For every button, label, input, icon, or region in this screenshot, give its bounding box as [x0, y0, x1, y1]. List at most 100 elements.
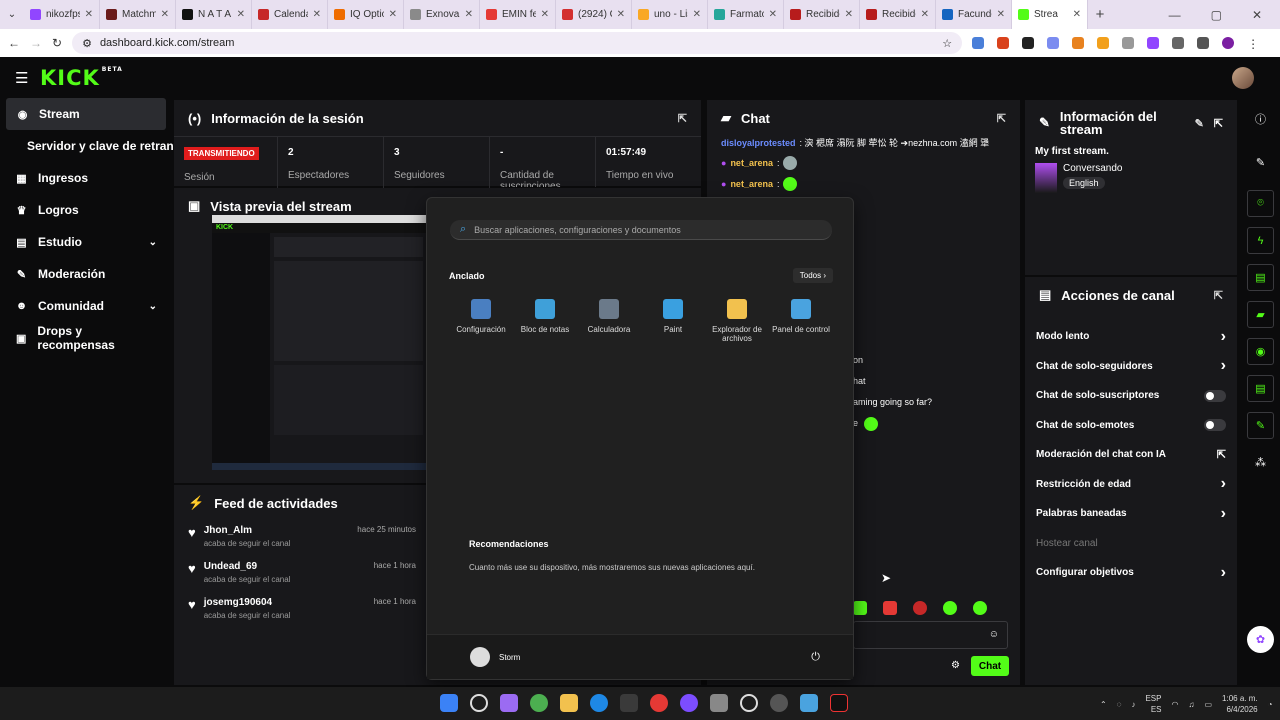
reload-icon[interactable]: ↻ — [52, 36, 62, 50]
close-tab-icon[interactable]: ✕ — [921, 9, 929, 20]
sidebar-item-ingresos[interactable]: ▦ Ingresos — [0, 162, 172, 194]
sidebar-item-server-key[interactable]: Servidor y clave de retransn — [0, 130, 188, 162]
browser-tab[interactable]: N A T A ✕ — [176, 0, 252, 29]
sidebar-item-stream[interactable]: ◉ Stream — [6, 98, 166, 130]
sidebar-item-moderacion[interactable]: ✎ Moderación — [0, 258, 172, 290]
pinned-app[interactable]: Calculadora — [577, 299, 641, 343]
site-info-icon[interactable]: ⚙ — [82, 37, 92, 50]
close-tab-icon[interactable]: ✕ — [465, 9, 473, 20]
browser-tab[interactable]: uno - Lis✕ — [632, 0, 708, 29]
edge-icon[interactable] — [590, 694, 608, 712]
browser-tab[interactable]: Calenda ✕ — [252, 0, 328, 29]
channel-action-row[interactable]: Chat de solo-suscriptores — [1025, 381, 1237, 411]
tray-app-icon[interactable]: ◌ — [1117, 700, 1122, 709]
mic-icon[interactable]: ♪ — [1131, 700, 1135, 709]
stream-preview-video[interactable]: KICK — [212, 215, 427, 470]
close-tab-icon[interactable]: ✕ — [389, 9, 397, 20]
edit-pencil-icon[interactable]: ✎ — [1247, 149, 1274, 176]
extension-icon[interactable] — [1022, 37, 1035, 49]
popout-icon[interactable]: ⇱ — [1214, 289, 1223, 302]
close-tab-icon[interactable]: ✕ — [541, 9, 549, 20]
chat-bubble-icon[interactable]: ▰ — [1247, 301, 1274, 328]
close-tab-icon[interactable]: ✕ — [313, 9, 321, 20]
all-apps-button[interactable]: Todos › — [792, 268, 833, 283]
info-icon[interactable]: ⓘ — [1247, 105, 1274, 132]
emote-icon[interactable] — [973, 601, 987, 615]
sidebar-item-comunidad[interactable]: ☻ Comunidad ⌄ — [0, 290, 172, 322]
reading-list-icon[interactable] — [1197, 37, 1210, 49]
opera-icon[interactable] — [650, 694, 668, 712]
user-avatar-icon[interactable] — [470, 647, 490, 667]
tiktok-icon[interactable] — [830, 694, 848, 712]
forward-icon[interactable]: → — [30, 36, 42, 50]
channel-action-row[interactable]: Configurar objetivos › — [1025, 558, 1237, 588]
maximize-icon[interactable]: ▢ — [1211, 8, 1222, 22]
wifi-icon[interactable]: ◠ — [1171, 700, 1178, 709]
popout-icon[interactable]: ⇱ — [997, 112, 1006, 125]
pinned-app[interactable]: Panel de control — [769, 299, 833, 343]
emote-icon[interactable] — [943, 601, 957, 615]
volume-icon[interactable]: ♫ — [1188, 700, 1194, 709]
wrench-icon[interactable]: ✎ — [1247, 412, 1274, 439]
close-window-icon[interactable]: ✕ — [1252, 8, 1262, 22]
extension-icon[interactable] — [1147, 37, 1160, 49]
start-windows-icon[interactable] — [440, 694, 458, 712]
close-tab-icon[interactable]: ✕ — [617, 9, 625, 20]
profile-icon[interactable] — [1222, 37, 1235, 49]
browser-tab[interactable]: Facundo✕ — [936, 0, 1012, 29]
notifications-bell-icon[interactable]: ◔ — [1268, 700, 1273, 709]
address-bar[interactable]: ⚙ dashboard.kick.com/stream ☆ — [72, 32, 963, 54]
toggle-switch[interactable] — [1204, 419, 1226, 432]
close-tab-icon[interactable]: ✕ — [693, 9, 701, 20]
emote-icon[interactable] — [913, 601, 927, 615]
menu-dots-icon[interactable]: ⋮ — [1247, 37, 1259, 51]
browser-tab[interactable]: EMIN fea✕ — [480, 0, 556, 29]
close-tab-icon[interactable]: ✕ — [85, 9, 93, 20]
extension-icon[interactable] — [972, 37, 985, 49]
chat-input[interactable]: ☺ — [853, 621, 1008, 649]
toggle-switch[interactable] — [1204, 389, 1226, 402]
channel-action-row[interactable]: Palabras baneadas › — [1025, 499, 1237, 529]
browser-tab[interactable]: IQ Optio ✕ — [328, 0, 404, 29]
sidebar-item-estudio[interactable]: ▤ Estudio ⌄ — [0, 226, 172, 258]
clock[interactable]: 1:06 a. m. 6/4/2026 — [1222, 693, 1258, 715]
sidebar-item-logros[interactable]: ♛ Logros — [0, 194, 172, 226]
battery-icon[interactable]: ▭ — [1204, 700, 1212, 709]
discord-icon[interactable] — [680, 694, 698, 712]
camera-icon[interactable]: ⌾ — [1247, 190, 1274, 217]
close-tab-icon[interactable]: ✕ — [997, 9, 1005, 20]
pinned-app[interactable]: Bloc de notas — [513, 299, 577, 343]
close-tab-icon[interactable]: ✕ — [161, 9, 169, 20]
browser-tab[interactable]: (2924) C✕ — [556, 0, 632, 29]
channel-action-row[interactable]: Restricción de edad › — [1025, 470, 1237, 500]
back-icon[interactable]: ← — [8, 36, 20, 50]
browser-tab[interactable]: Exnova ✕ — [404, 0, 480, 29]
start-search-input[interactable]: ⌕ Buscar aplicaciones, configuraciones y … — [450, 220, 832, 240]
emote-icon[interactable] — [853, 601, 867, 615]
document-icon[interactable]: ▤ — [1247, 264, 1274, 291]
chevron-up-icon[interactable]: ⌃ — [1100, 700, 1107, 709]
browser-tab[interactable]: Recibido✕ — [860, 0, 936, 29]
copilot-icon[interactable] — [500, 694, 518, 712]
pinned-app[interactable]: Configuración — [449, 299, 513, 343]
user-name[interactable]: Storm — [499, 653, 520, 662]
browser-tab[interactable]: Recibido✕ — [784, 0, 860, 29]
send-chat-button[interactable]: Chat — [971, 656, 1009, 676]
metamask-icon[interactable] — [1072, 37, 1085, 49]
channel-action-row[interactable]: Chat de solo-seguidores › — [1025, 352, 1237, 382]
lightning-icon[interactable]: ϟ — [1247, 227, 1274, 254]
extension-icon[interactable] — [1097, 37, 1110, 49]
chrome-icon[interactable] — [530, 694, 548, 712]
popout-icon[interactable]: ⇱ — [1214, 117, 1223, 130]
sidebar-item-drops[interactable]: ▣ Drops y recompensas — [0, 322, 172, 354]
channel-action-row[interactable]: Moderación del chat con IA ⇱ — [1025, 440, 1237, 470]
browser-tab[interactable]: Farmato ✕ — [708, 0, 784, 29]
minimize-icon[interactable]: — — [1169, 8, 1181, 22]
calculator-icon[interactable] — [710, 694, 728, 712]
dots-icon[interactable]: ⁂ — [1247, 449, 1274, 476]
channel-action-row[interactable]: Chat de solo-emotes — [1025, 411, 1237, 441]
avatar[interactable] — [1232, 67, 1254, 89]
shield-icon[interactable] — [1122, 37, 1135, 49]
browser-tab[interactable]: nikozfps ✕ — [24, 0, 100, 29]
close-tab-icon[interactable]: ✕ — [1073, 9, 1081, 20]
